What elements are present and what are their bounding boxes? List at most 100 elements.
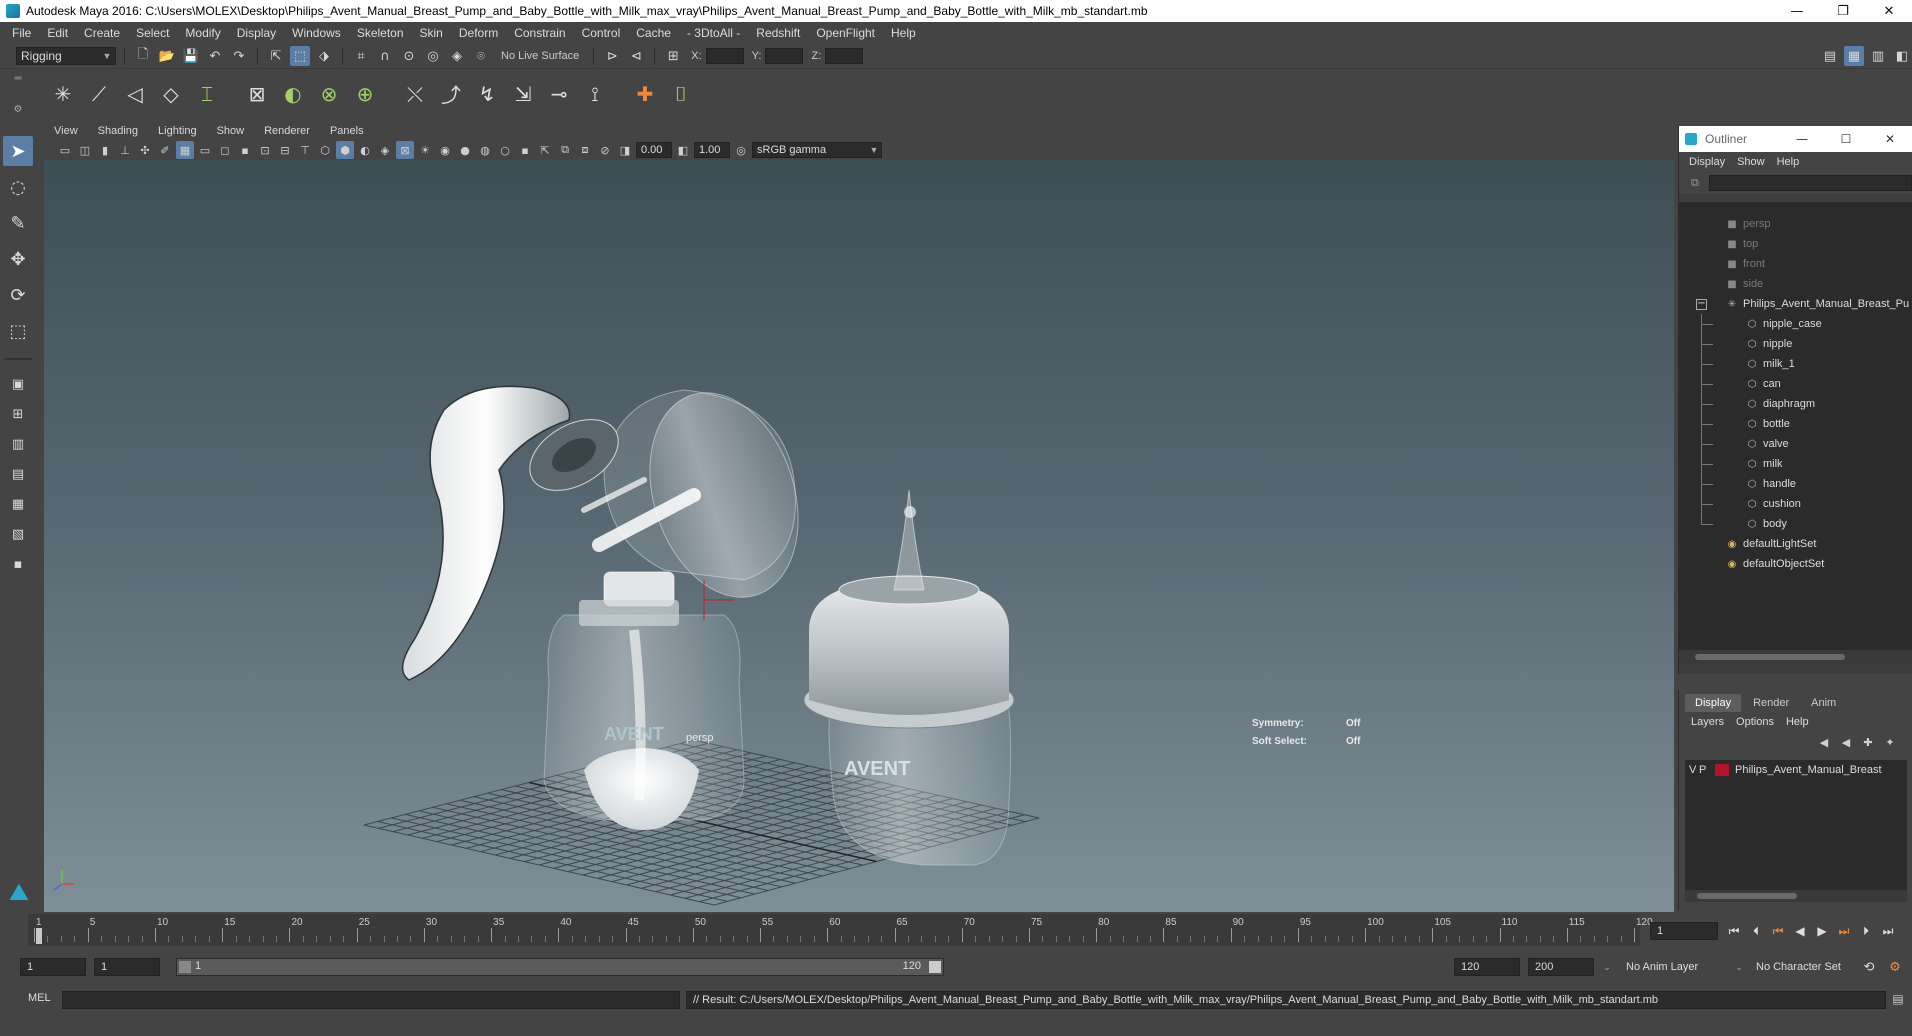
menu-display[interactable]: Display bbox=[229, 26, 284, 40]
aim-constraint-icon[interactable]: ⊸ bbox=[544, 79, 574, 109]
outliner-horizontal-scrollbar[interactable] bbox=[1679, 650, 1912, 664]
backface-culling-icon[interactable]: ⊘ bbox=[596, 141, 614, 159]
time-slider[interactable]: 1 5 10 15 20 25 30 35 40 45 50 55 60 65 70 75 80 85 90 95 10… bbox=[20, 914, 1653, 946]
panel-menu-panels[interactable]: Panels bbox=[320, 125, 374, 137]
search-options-icon[interactable]: ⧉ bbox=[1691, 176, 1699, 190]
paint-select-icon[interactable]: ✎ bbox=[3, 208, 33, 238]
gamma-icon[interactable]: ◧ bbox=[674, 141, 692, 159]
panel-menu-show[interactable]: Show bbox=[207, 125, 255, 137]
range-options-dropdown[interactable]: ⌄ bbox=[1600, 958, 1614, 976]
scrollbar-thumb[interactable] bbox=[1695, 654, 1845, 660]
panel-menu-shading[interactable]: Shading bbox=[88, 125, 148, 137]
layer-row[interactable]: V P Philips_Avent_Manual_Breast bbox=[1685, 760, 1907, 780]
outliner-menu-show[interactable]: Show bbox=[1731, 156, 1771, 168]
menu-skin[interactable]: Skin bbox=[412, 26, 451, 40]
outliner-search-input[interactable] bbox=[1708, 175, 1912, 191]
make-live-icon[interactable]: ⌾ bbox=[471, 46, 491, 66]
tool-settings-icon[interactable]: ▥ bbox=[1868, 46, 1888, 66]
view-transform-dropdown[interactable]: sRGB gamma ▼ bbox=[752, 142, 882, 158]
resolution-gate-icon[interactable]: ◻ bbox=[216, 141, 234, 159]
outliner-item-milk[interactable]: ⬡ milk bbox=[1679, 454, 1912, 474]
redo-icon[interactable]: ↷ bbox=[229, 46, 249, 66]
lasso-tool-icon[interactable]: ◌ bbox=[3, 172, 33, 202]
menu-create[interactable]: Create bbox=[76, 26, 128, 40]
menu-help[interactable]: Help bbox=[883, 26, 924, 40]
current-time-marker[interactable] bbox=[36, 928, 42, 944]
undo-icon[interactable]: ↶ bbox=[205, 46, 225, 66]
perspective-viewport[interactable]: AVENT AVENT Symmetry: Off Soft Select: O… bbox=[44, 160, 1674, 912]
range-end-handle[interactable] bbox=[929, 961, 941, 973]
play-backwards-icon[interactable]: ◀ bbox=[1792, 924, 1808, 938]
new-layer-selected-icon[interactable]: ✦ bbox=[1882, 736, 1898, 750]
outliner-item-can[interactable]: ⬡ can bbox=[1679, 374, 1912, 394]
snap-to-point-icon[interactable]: ⊙ bbox=[399, 46, 419, 66]
tab-display[interactable]: Display bbox=[1685, 694, 1742, 712]
menu-select[interactable]: Select bbox=[128, 26, 177, 40]
outliner-item-default-object-set[interactable]: ◉ defaultObjectSet bbox=[1679, 554, 1912, 574]
persp-outliner-layout-icon[interactable]: ▥ bbox=[4, 432, 32, 456]
field-chart-icon[interactable]: ⊡ bbox=[256, 141, 274, 159]
gamma-field[interactable]: 1.00 bbox=[694, 142, 730, 158]
animation-start-field[interactable]: 1 bbox=[20, 958, 86, 976]
grid-icon[interactable]: ▦ bbox=[176, 141, 194, 159]
pan-zoom-icon[interactable]: ✣ bbox=[136, 141, 154, 159]
close-button[interactable]: ✕ bbox=[1866, 0, 1912, 22]
tab-anim[interactable]: Anim bbox=[1801, 694, 1846, 712]
snap-to-curve-icon[interactable]: ∩ bbox=[375, 46, 395, 66]
ik-handle-icon[interactable]: ⟋ bbox=[84, 79, 114, 109]
depth-of-field-icon[interactable]: ▪ bbox=[516, 141, 534, 159]
menu-file[interactable]: File bbox=[4, 26, 39, 40]
move-layer-up-icon[interactable]: ◀ bbox=[1816, 736, 1832, 750]
shelf-options[interactable]: ═ ⚙ bbox=[8, 73, 28, 115]
shelf-settings-icon[interactable]: ⚙ bbox=[14, 104, 23, 115]
select-by-hierarchy-icon[interactable]: ⇱ bbox=[266, 46, 286, 66]
save-scene-icon[interactable]: 💾 bbox=[181, 46, 201, 66]
panel-menu-lighting[interactable]: Lighting bbox=[148, 125, 207, 137]
z-field[interactable] bbox=[825, 48, 864, 64]
group-icon[interactable]: ⌷ bbox=[666, 79, 696, 109]
lattice-icon[interactable]: ⊗ bbox=[314, 79, 344, 109]
outliner-layout-icon[interactable]: ▧ bbox=[4, 522, 32, 546]
playback-start-field[interactable]: 1 bbox=[94, 958, 160, 976]
modeling-toolkit-icon[interactable]: ▤ bbox=[1820, 46, 1840, 66]
outliner-item-handle[interactable]: ⬡ handle bbox=[1679, 474, 1912, 494]
step-forward-frame-icon[interactable]: ⏵ bbox=[1858, 924, 1874, 939]
character-set-dropdown[interactable]: No Character Set bbox=[1756, 958, 1868, 976]
layer-playback-toggle[interactable]: P bbox=[1699, 764, 1709, 776]
multisample-aa-icon[interactable]: ○ bbox=[496, 141, 514, 159]
input-output-icon[interactable]: ⊳ bbox=[602, 46, 622, 66]
single-perspective-layout-icon[interactable]: ▣ bbox=[4, 372, 32, 396]
menu-deform[interactable]: Deform bbox=[451, 26, 506, 40]
panel-menu-view[interactable]: View bbox=[44, 125, 88, 137]
outliner-item-milk-1[interactable]: ⬡ milk_1 bbox=[1679, 354, 1912, 374]
tab-render[interactable]: Render bbox=[1743, 694, 1799, 712]
film-gate-icon[interactable]: ▭ bbox=[196, 141, 214, 159]
menu-set-dropdown[interactable]: Rigging ▼ bbox=[16, 47, 116, 65]
outliner-item-default-light-set[interactable]: ◉ defaultLightSet bbox=[1679, 534, 1912, 554]
scrollbar-thumb[interactable] bbox=[1697, 893, 1797, 899]
menu-skeleton[interactable]: Skeleton bbox=[349, 26, 412, 40]
menu-constrain[interactable]: Constrain bbox=[506, 26, 573, 40]
scale-tool-icon[interactable]: ⬚ bbox=[3, 316, 33, 346]
move-tool-icon[interactable]: ✥ bbox=[3, 244, 33, 274]
mirror-joint-icon[interactable]: ◇ bbox=[156, 79, 186, 109]
safe-action-icon[interactable]: ⊟ bbox=[276, 141, 294, 159]
step-back-key-icon[interactable]: ⏮ bbox=[1770, 924, 1786, 939]
animation-end-field[interactable]: 200 bbox=[1528, 958, 1594, 976]
snap-to-grid-icon[interactable]: ⌗ bbox=[351, 46, 371, 66]
layer-visibility-toggle[interactable]: V bbox=[1689, 764, 1699, 776]
wireframe-icon[interactable]: ⬡ bbox=[316, 141, 334, 159]
outliner-item-body[interactable]: ⬡ body bbox=[1679, 514, 1912, 534]
outliner-item-cushion[interactable]: ⬡ cushion bbox=[1679, 494, 1912, 514]
textured-icon[interactable]: ⊠ bbox=[396, 141, 414, 159]
move-layer-down-icon[interactable]: ◀ bbox=[1838, 736, 1854, 750]
menu-edit[interactable]: Edit bbox=[39, 26, 76, 40]
outliner-item-front[interactable]: ■ front bbox=[1679, 254, 1912, 274]
step-back-frame-icon[interactable]: ⏴ bbox=[1748, 924, 1764, 939]
parent-constraint-icon[interactable]: ⤬ bbox=[400, 79, 430, 109]
outliner-menu-help[interactable]: Help bbox=[1771, 156, 1806, 168]
outliner-item-side[interactable]: ■ side bbox=[1679, 274, 1912, 294]
outliner-restore-button[interactable]: ☐ bbox=[1824, 132, 1868, 146]
range-start-handle[interactable] bbox=[179, 961, 191, 973]
outliner-item-valve[interactable]: ⬡ valve bbox=[1679, 434, 1912, 454]
